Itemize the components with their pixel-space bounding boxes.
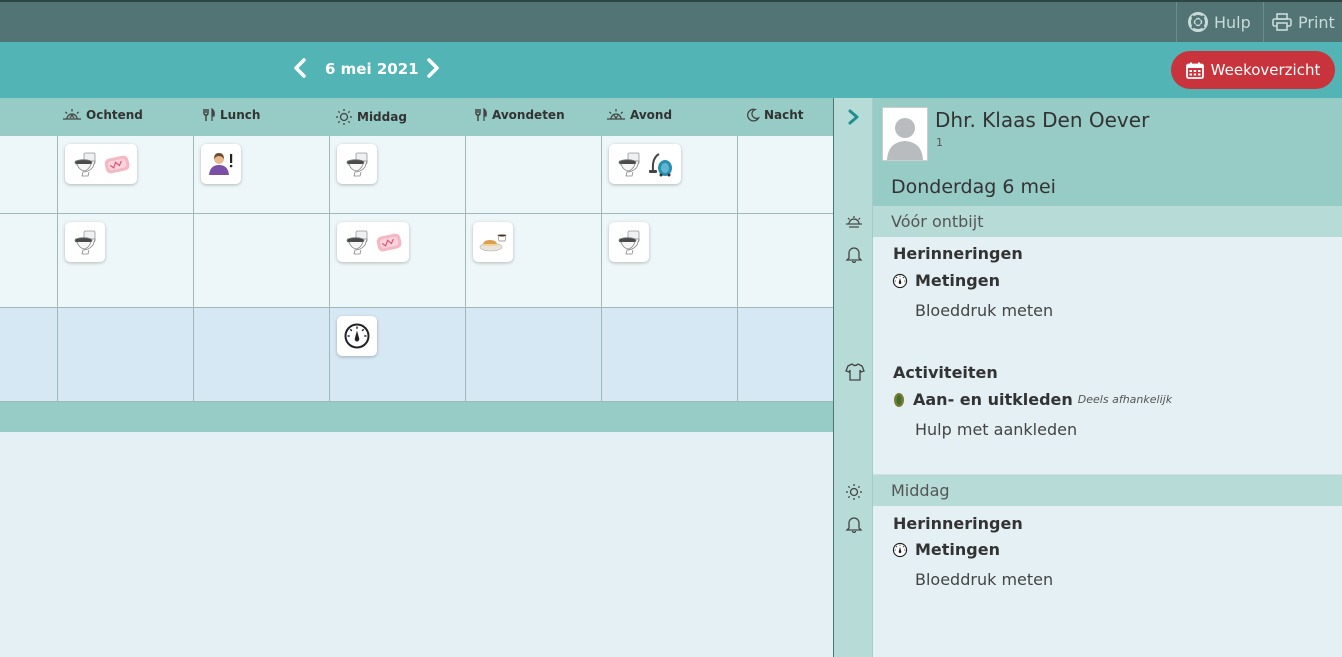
avatar [882,107,928,161]
print-label: Print [1298,12,1335,32]
task-tile[interactable] [337,144,377,184]
section-middag: Middag [873,475,1342,506]
toilet-icon [615,150,643,178]
clothing-icon [892,392,906,408]
measurement-item[interactable]: Bloeddruk meten [915,301,1053,320]
column-label: Nacht [764,108,804,122]
task-tile[interactable] [473,222,513,262]
patient-header: Dhr. Klaas Den Oever 1 Donderdag 6 mei [873,98,1342,206]
patient-name: Dhr. Klaas Den Oever [935,108,1150,132]
incontinence-pad-icon [103,150,131,178]
column-label: Avondeten [492,108,565,122]
previous-day-button[interactable] [290,58,310,82]
shirt-icon [845,362,865,382]
cutlery-icon [474,108,488,122]
column-divider [329,136,330,402]
dressing-label: Aan- en uitkleden [913,390,1073,409]
measurements-title: Metingen [892,540,1000,559]
measurements-label: Metingen [915,271,1000,290]
bread-coffee-icon [479,228,507,256]
top-bar: Hulp Print [0,0,1342,42]
toilet-icon [615,228,643,256]
dressing-title: Aan- en uitkleden Deels afhankelijk [892,390,1172,409]
grid-footer [0,402,833,432]
sunset-icon [606,108,626,122]
task-tile[interactable] [65,222,105,262]
toilet-icon [343,150,371,178]
print-button[interactable]: Print [1272,2,1335,42]
calendar-icon [1185,62,1204,79]
column-lunch: Lunch [202,108,260,122]
sun-icon [335,108,353,126]
task-tile[interactable] [337,222,409,262]
toilet-icon [343,228,371,256]
schedule-row [0,214,833,308]
column-divider [193,136,194,402]
topbar-divider [1263,2,1264,42]
measurement-item[interactable]: Bloeddruk meten [915,570,1053,589]
activity-item[interactable]: Hulp met aankleden [915,420,1077,439]
reminders-title: Herinneringen [893,244,1023,263]
next-day-button[interactable] [423,58,443,82]
cutlery-icon [202,108,216,122]
column-label: Ochtend [86,108,143,122]
column-label: Middag [357,110,407,124]
chevron-right-icon [848,109,860,129]
task-tile[interactable] [65,144,137,184]
column-divider [737,136,738,402]
topbar-divider [1176,2,1177,42]
column-ochtend: Ochtend [62,108,143,122]
gauge-icon [343,322,371,350]
week-overview-label: Weekoverzicht [1210,61,1321,79]
incontinence-pad-icon [375,228,403,256]
sun-icon [845,483,863,501]
activities-title: Activiteiten [893,363,998,382]
task-tile[interactable] [609,222,649,262]
chevron-right-icon [426,58,440,82]
measurements-title: Metingen [892,271,1000,290]
help-label: Hulp [1214,12,1251,32]
help-button[interactable]: Hulp [1188,2,1251,42]
sunrise-icon [62,108,82,122]
section-voor-ontbijt: Vóór ontbijt [873,206,1342,237]
patient-number: 1 [936,136,943,149]
reminders-title: Herinneringen [893,514,1023,533]
column-divider [57,136,58,402]
column-divider [601,136,602,402]
measurements-label: Metingen [915,540,1000,559]
column-middag: Middag [335,108,407,126]
dependency-note: Deels afhankelijk [1077,393,1173,406]
week-overview-button[interactable]: Weekoverzicht [1171,51,1335,89]
bell-icon [845,245,863,263]
gauge-icon [892,273,908,289]
column-avondeten: Avondeten [474,108,565,122]
day-schedule-grid: Ochtend Lunch Middag Avondeten Avond Nac… [0,98,833,657]
sunrise-icon [845,214,863,228]
toilet-icon [71,150,99,178]
printer-icon [1272,13,1292,31]
task-tile[interactable] [337,316,377,356]
lifebuoy-icon [1188,12,1208,32]
day-heading: Donderdag 6 mei [891,176,1056,198]
chevron-left-icon [293,58,307,82]
patient-detail-panel: Dhr. Klaas Den Oever 1 Donderdag 6 mei V… [833,98,1342,657]
moon-icon [746,108,760,122]
toilet-icon [71,228,99,256]
gauge-icon [892,542,908,558]
schedule-row [0,308,833,402]
bell-icon [845,515,863,533]
column-avond: Avond [606,108,672,122]
column-divider [465,136,466,402]
task-tile[interactable] [609,144,681,184]
column-label: Lunch [220,108,261,122]
current-date: 6 mei 2021 [325,60,419,78]
collapse-panel-button[interactable] [848,109,860,129]
grid-header: Ochtend Lunch Middag Avondeten Avond Nac… [0,98,833,136]
task-tile[interactable] [201,144,241,184]
date-navigation-bar: 6 mei 2021 Weekoverzicht [0,42,1342,98]
caregiver-alert-icon [207,150,235,178]
vacuum-cleaner-icon [647,150,675,178]
column-label: Avond [630,108,673,122]
column-nacht: Nacht [746,108,804,122]
